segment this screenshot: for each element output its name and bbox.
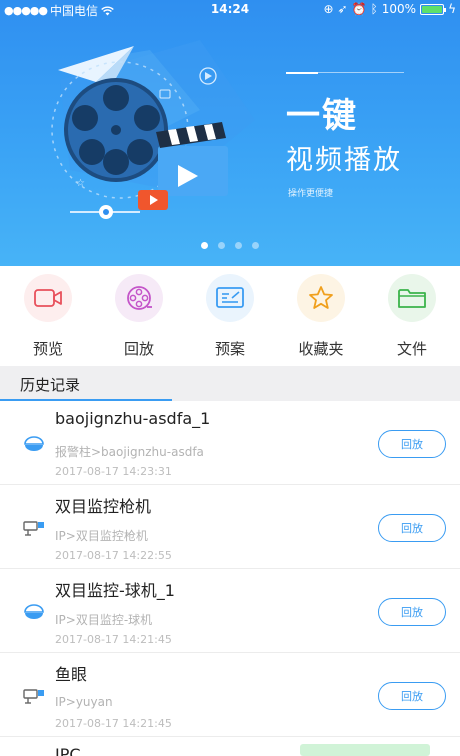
device-path: IP>yuyan <box>55 695 113 709</box>
bullet-camera-icon <box>23 521 44 536</box>
watermark <box>300 744 430 756</box>
action-playback[interactable]: 回放 <box>97 274 181 366</box>
action-label: 预览 <box>32 340 63 358</box>
device-name: baojignzhu-asdfa_1 <box>55 409 211 428</box>
history-tab[interactable]: 历史记录 <box>0 366 460 401</box>
record-time: 2017-08-17 14:23:31 <box>55 465 172 478</box>
svg-text:☆: ☆ <box>76 178 85 189</box>
banner-title: 一键 <box>286 96 358 136</box>
page-dot[interactable] <box>201 242 208 249</box>
battery-icon <box>420 3 447 15</box>
device-name: 鱼眼 <box>55 665 88 684</box>
device-name: 双目监控-球机_1 <box>55 581 175 600</box>
action-files[interactable]: 文件 <box>370 274 454 366</box>
video-camera-icon <box>34 289 62 307</box>
device-name: 双目监控枪机 <box>55 497 152 516</box>
folder-icon <box>398 289 426 308</box>
bullet-camera-icon <box>23 689 44 704</box>
location-icon: ➶ <box>337 2 348 16</box>
history-list[interactable]: baojignzhu-asdfa_1 报警柱>baojignzhu-asdfa … <box>0 401 460 756</box>
quick-actions: 预览 回放 预案 收藏夹 文件 <box>0 266 460 366</box>
playback-button[interactable]: 回放 <box>378 682 446 710</box>
plan-board-icon <box>216 287 244 308</box>
action-preview[interactable]: 预览 <box>6 274 90 366</box>
page-dot[interactable] <box>252 242 259 249</box>
clapper-board-illustration <box>156 122 228 196</box>
playback-button[interactable]: 回放 <box>378 598 446 626</box>
dome-camera-icon <box>24 436 44 451</box>
banner[interactable]: ●●●●● 中国电信 14:24 ⊕ ➶ ⏰ ᛒ 100% ϟ ☆ 一键 视频播… <box>0 0 460 266</box>
history-row[interactable]: 鱼眼 IP>yuyan 2017-08-17 14:21:45 回放 <box>0 653 460 737</box>
history-row[interactable]: baojignzhu-asdfa_1 报警柱>baojignzhu-asdfa … <box>0 401 460 485</box>
action-plan[interactable]: 预案 <box>188 274 272 366</box>
dome-camera-icon <box>24 604 44 619</box>
film-reel-illustration <box>64 78 168 182</box>
action-favorites[interactable]: 收藏夹 <box>279 274 363 366</box>
rotation-lock-icon: ⊕ <box>323 2 334 16</box>
action-label: 回放 <box>123 340 154 358</box>
record-time: 2017-08-17 14:21:45 <box>55 717 172 730</box>
device-path: 报警柱>baojignzhu-asdfa <box>55 445 204 459</box>
film-reel-icon <box>127 286 152 310</box>
history-title: 历史记录 <box>20 376 81 394</box>
device-name: IPC <box>55 745 81 756</box>
record-time: 2017-08-17 14:21:45 <box>55 633 172 646</box>
banner-tagline: 操作更便捷 <box>288 189 334 199</box>
banner-page-indicator[interactable] <box>0 242 460 249</box>
history-row[interactable]: 双目监控-球机_1 IP>双目监控-球机 2017-08-17 14:21:45… <box>0 569 460 653</box>
bluetooth-icon: ᛒ <box>370 2 378 16</box>
charging-icon: ϟ <box>448 2 456 16</box>
page-dot[interactable] <box>218 242 225 249</box>
playback-button[interactable]: 回放 <box>378 514 446 542</box>
action-label: 收藏夹 <box>298 340 344 358</box>
device-path: IP>双目监控枪机 <box>55 529 148 543</box>
page-dot[interactable] <box>235 242 242 249</box>
alarm-icon: ⏰ <box>351 2 367 16</box>
banner-subtitle: 视频播放 <box>286 145 402 176</box>
history-row[interactable]: 双目监控枪机 IP>双目监控枪机 2017-08-17 14:22:55 回放 <box>0 485 460 569</box>
action-label: 预案 <box>214 340 245 358</box>
battery-percent: 100% <box>381 2 417 16</box>
playback-button[interactable]: 回放 <box>378 430 446 458</box>
play-badge-icon <box>138 190 168 210</box>
action-label: 文件 <box>396 340 427 358</box>
device-path: IP>双目监控-球机 <box>55 613 153 627</box>
record-time: 2017-08-17 14:22:55 <box>55 549 172 562</box>
banner-illustration: ☆ <box>51 40 255 219</box>
star-icon <box>309 286 333 309</box>
